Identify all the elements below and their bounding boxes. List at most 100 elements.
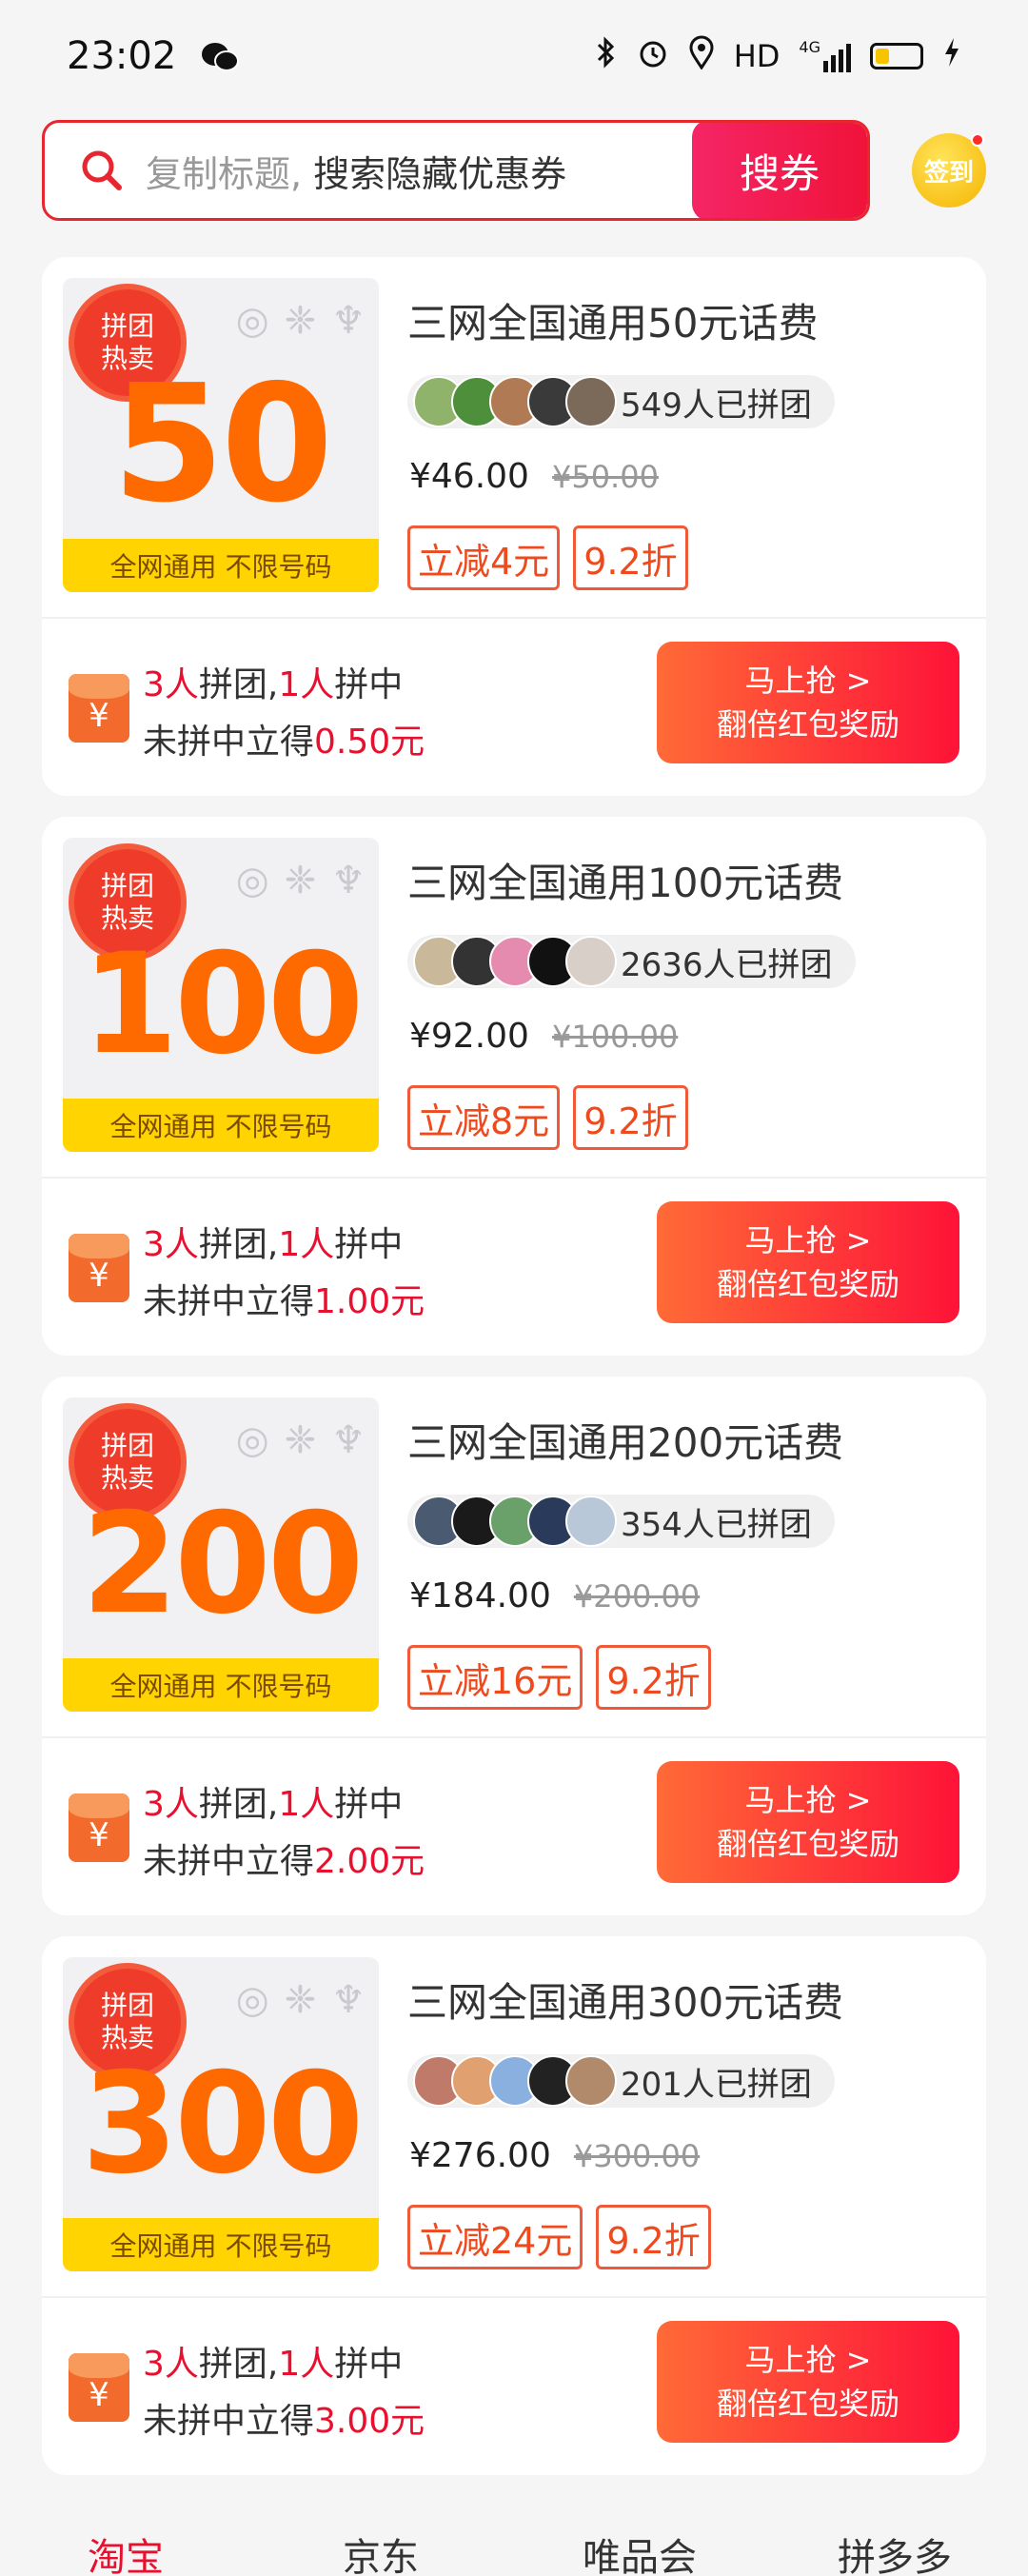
search-coupon-button[interactable]: 搜券 — [692, 123, 867, 218]
china-unicom-icon: ❈ — [284, 1418, 317, 1462]
joined-pill: 549人已拼团 — [407, 375, 835, 428]
joined-count: 354人已拼团 — [621, 1505, 812, 1544]
discount-tag: 立减4元 — [407, 525, 561, 590]
badge-line-1: 拼团 — [100, 1990, 154, 2021]
signin-button[interactable]: 签到 — [912, 133, 986, 208]
tab-vip[interactable]: 唯品会 — [583, 2526, 697, 2576]
china-telecom-icon: ♆ — [331, 859, 366, 902]
current-price: ¥276.00 — [409, 2136, 551, 2175]
current-price: ¥184.00 — [409, 1576, 551, 1615]
reward-text: 未拼中立得0.50元 — [143, 714, 425, 763]
group-rule: 3人拼团,1人拼中 — [143, 1776, 403, 1826]
group-rule: 3人拼团,1人拼中 — [143, 2336, 403, 2386]
reward-text: 未拼中立得2.00元 — [143, 1833, 425, 1883]
user-avatar — [565, 936, 617, 987]
status-time: 23:02 — [67, 34, 177, 78]
group-info: ¥ 3人拼团,1人拼中 未拼中立得2.00元 马上抢 > 翻倍红包奖励 — [42, 1738, 986, 1915]
product-card[interactable]: 拼团 热卖 ◎ ❈ ♆ 200 全网通用 不限号码 三网全国通用200元话费 3… — [42, 1377, 986, 1915]
group-buyers: 201人已拼团 — [407, 2051, 835, 2111]
grab-sublabel: 翻倍红包奖励 — [716, 706, 900, 743]
product-card[interactable]: 拼团 热卖 ◎ ❈ ♆ 100 全网通用 不限号码 三网全国通用100元话费 2… — [42, 817, 986, 1356]
group-info: ¥ 3人拼团,1人拼中 未拼中立得0.50元 马上抢 > 翻倍红包奖励 — [42, 619, 986, 796]
group-buyers: 549人已拼团 — [407, 371, 835, 432]
joined-pill: 201人已拼团 — [407, 2054, 835, 2108]
signal-icon: 4G — [799, 40, 851, 72]
china-telecom-icon: ♆ — [331, 299, 366, 343]
grab-now-button[interactable]: 马上抢 > 翻倍红包奖励 — [657, 2321, 959, 2443]
wechat-icon — [201, 40, 240, 72]
search-placeholder-main: 搜索隐藏优惠券 — [313, 152, 567, 195]
group-buyers: 2636人已拼团 — [407, 931, 856, 992]
rate-tag: 9.2折 — [596, 1645, 711, 1710]
price-row: ¥276.00 ¥300.00 — [409, 2136, 700, 2175]
signin-label: 签到 — [923, 158, 974, 188]
china-mobile-icon: ◎ — [235, 1418, 269, 1462]
joined-pill: 354人已拼团 — [407, 1495, 835, 1548]
rate-tag: 9.2折 — [573, 1085, 688, 1150]
search-icon — [79, 148, 125, 193]
rate-tag: 9.2折 — [573, 525, 688, 590]
red-packet-icon: ¥ — [69, 1793, 129, 1862]
amount-number: 200 — [81, 1483, 365, 1645]
grab-now-button[interactable]: 马上抢 > 翻倍红包奖励 — [657, 1201, 959, 1323]
reward-amount: 0.50元 — [314, 723, 425, 762]
team-size: 3人 — [143, 2345, 199, 2384]
amount-number: 50 — [111, 350, 334, 539]
tab-jd[interactable]: 京东 — [343, 2526, 419, 2576]
reward-prefix: 未拼中立得 — [143, 2402, 315, 2441]
current-price: ¥46.00 — [409, 457, 529, 496]
carrier-logos: ◎ ❈ ♆ — [236, 299, 366, 343]
original-price: ¥50.00 — [551, 459, 659, 495]
search-placeholder-prefix: 复制标题, — [146, 152, 303, 195]
joined-count: 2636人已拼团 — [621, 945, 833, 984]
grab-now-button[interactable]: 马上抢 > 翻倍红包奖励 — [657, 1761, 959, 1883]
price-row: ¥92.00 ¥100.00 — [409, 1017, 678, 1056]
product-thumbnail[interactable]: 拼团 热卖 ◎ ❈ ♆ 50 全网通用 不限号码 — [63, 278, 379, 592]
product-thumbnail[interactable]: 拼团 热卖 ◎ ❈ ♆ 100 全网通用 不限号码 — [63, 838, 379, 1152]
team-suffix: 拼团, — [198, 2345, 279, 2384]
product-thumbnail[interactable]: 拼团 热卖 ◎ ❈ ♆ 300 全网通用 不限号码 — [63, 1957, 379, 2271]
product-title: 三网全国通用200元话费 — [407, 1419, 844, 1466]
red-packet-icon: ¥ — [69, 2353, 129, 2422]
reward-prefix: 未拼中立得 — [143, 723, 315, 762]
promo-tags: 立减4元 9.2折 — [407, 525, 688, 590]
grab-now-button[interactable]: 马上抢 > 翻倍红包奖励 — [657, 642, 959, 763]
reward-amount: 1.00元 — [314, 1282, 425, 1321]
win-count: 1人 — [278, 2345, 335, 2384]
team-size: 3人 — [143, 1785, 199, 1824]
joined-count: 549人已拼团 — [621, 386, 812, 425]
notification-dot — [971, 133, 984, 147]
search-input[interactable]: 复制标题, 搜索隐藏优惠券 搜券 — [42, 120, 870, 221]
grab-label: 马上抢 > — [744, 1222, 872, 1258]
tab-taobao[interactable]: 淘宝 — [88, 2526, 164, 2576]
team-size: 3人 — [143, 665, 199, 704]
price-row: ¥46.00 ¥50.00 — [409, 457, 659, 496]
discount-tag: 立减16元 — [407, 1645, 583, 1710]
win-suffix: 拼中 — [334, 665, 404, 704]
product-title: 三网全国通用300元话费 — [407, 1979, 844, 2026]
badge-line-1: 拼团 — [100, 310, 154, 342]
promo-tags: 立减24元 9.2折 — [407, 2205, 711, 2269]
reward-amount: 3.00元 — [314, 2402, 425, 2441]
original-price: ¥200.00 — [573, 1578, 701, 1615]
thumbnail-footer: 全网通用 不限号码 — [63, 1099, 379, 1152]
tab-pinduoduo[interactable]: 拼多多 — [838, 2526, 952, 2576]
product-thumbnail[interactable]: 拼团 热卖 ◎ ❈ ♆ 200 全网通用 不限号码 — [63, 1397, 379, 1712]
product-card[interactable]: 拼团 热卖 ◎ ❈ ♆ 300 全网通用 不限号码 三网全国通用300元话费 2… — [42, 1936, 986, 2475]
thumbnail-footer: 全网通用 不限号码 — [63, 1658, 379, 1712]
grab-sublabel: 翻倍红包奖励 — [716, 1826, 900, 1862]
original-price: ¥300.00 — [573, 2138, 701, 2174]
group-rule: 3人拼团,1人拼中 — [143, 657, 403, 706]
thumbnail-footer: 全网通用 不限号码 — [63, 2218, 379, 2271]
china-unicom-icon: ❈ — [284, 299, 317, 343]
reward-prefix: 未拼中立得 — [143, 1282, 315, 1321]
badge-line-1: 拼团 — [100, 870, 154, 902]
china-mobile-icon: ◎ — [235, 1978, 269, 2022]
product-title: 三网全国通用50元话费 — [407, 300, 819, 347]
china-mobile-icon: ◎ — [235, 859, 269, 902]
product-card[interactable]: 拼团 热卖 ◎ ❈ ♆ 50 全网通用 不限号码 三网全国通用50元话费 549… — [42, 257, 986, 796]
carrier-logos: ◎ ❈ ♆ — [236, 859, 366, 902]
user-avatar — [565, 2055, 617, 2107]
grab-label: 马上抢 > — [744, 663, 872, 699]
win-suffix: 拼中 — [334, 1785, 404, 1824]
